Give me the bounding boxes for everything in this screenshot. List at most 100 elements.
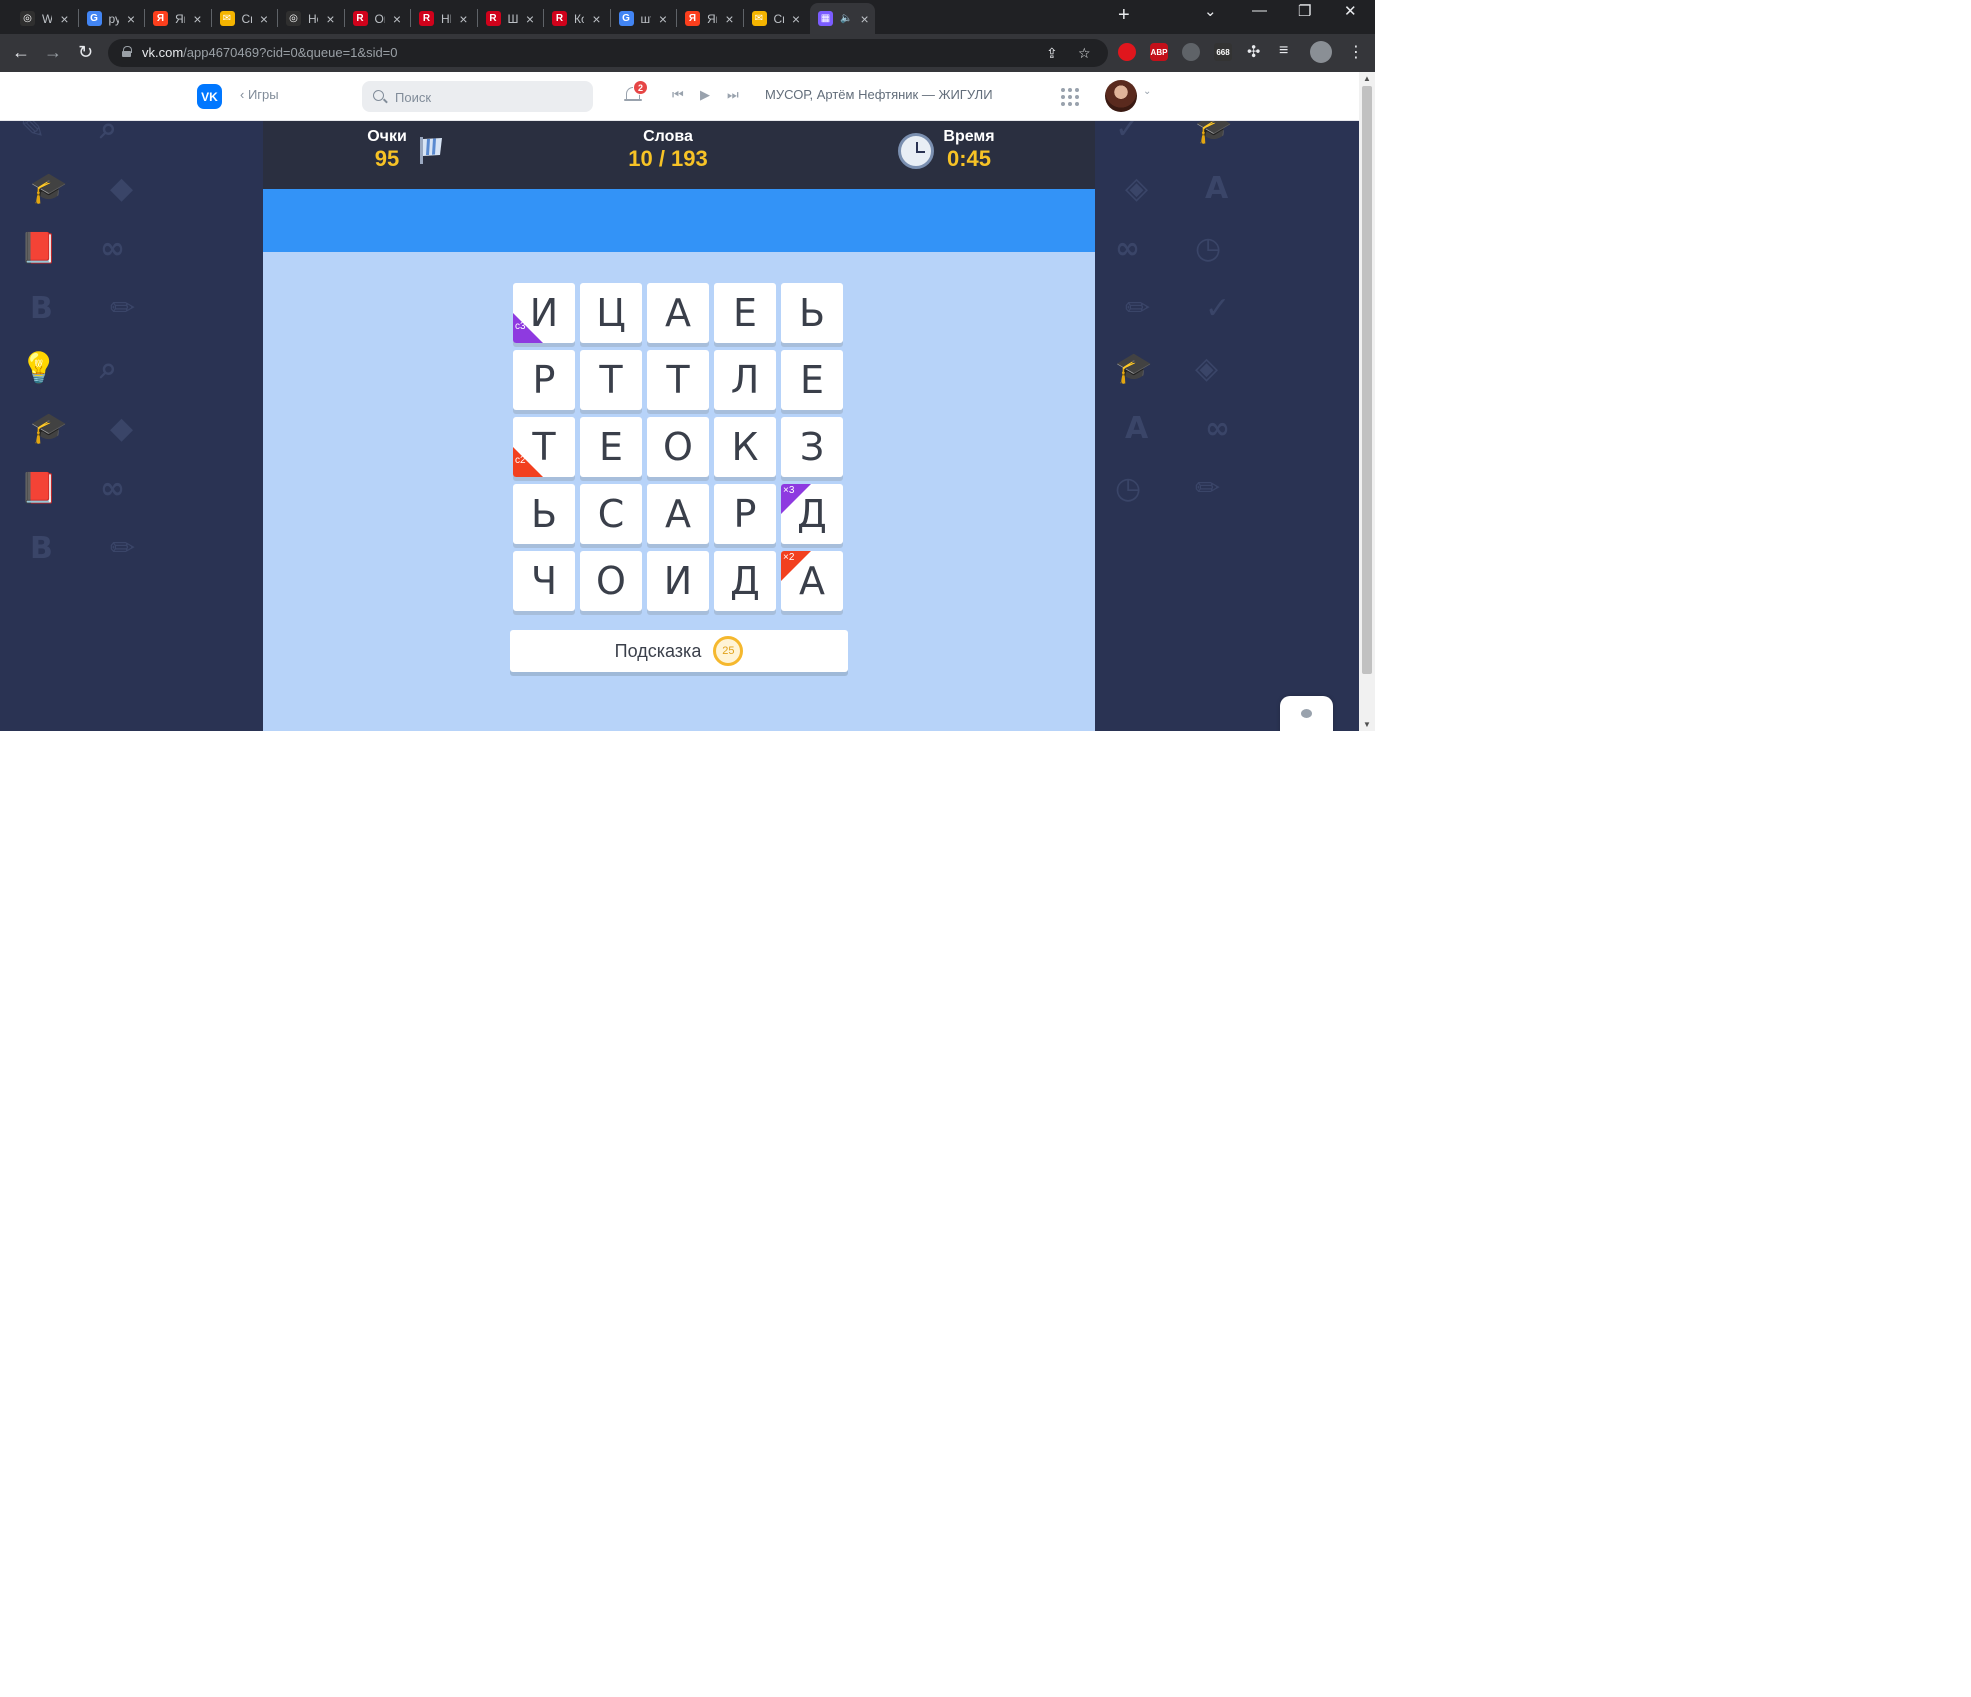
letter-tile[interactable]: О	[647, 417, 709, 477]
browser-tab[interactable]: ✉ Спа ×	[212, 3, 277, 34]
scrollbar-thumb[interactable]	[1362, 86, 1372, 674]
previous-track-icon[interactable]: ⏮	[672, 87, 684, 103]
tab-audio-icon[interactable]: 🔈	[840, 13, 852, 24]
letter-tile[interactable]: Т	[647, 350, 709, 410]
tab-close-icon[interactable]: ×	[459, 11, 467, 27]
kebab-menu-icon[interactable]: ⋮	[1348, 42, 1364, 62]
words-stat: Слова 10 / 193	[623, 128, 713, 172]
letter-tile[interactable]: К	[714, 417, 776, 477]
letter-tile[interactable]: Д ×3	[781, 484, 843, 544]
letter-tile[interactable]: Ь	[513, 484, 575, 544]
scroll-up-icon[interactable]: ▲	[1363, 74, 1371, 83]
letter-tile[interactable]: Ь	[781, 283, 843, 343]
background-pattern-icon: ✎	[20, 121, 46, 146]
share-icon[interactable]: ⇪	[1046, 45, 1058, 62]
tab-favicon-icon: G	[618, 11, 634, 26]
browser-tab[interactable]: Я Янд ×	[145, 3, 210, 34]
browser-tab[interactable]: R НЕР ×	[411, 3, 476, 34]
counter-icon[interactable]: 668	[1214, 43, 1232, 61]
letter-tile[interactable]: Л	[714, 350, 776, 410]
games-back-link[interactable]: ‹ Игры	[240, 87, 279, 102]
tab-close-icon[interactable]: ×	[860, 11, 868, 27]
forward-arrow-icon[interactable]: →	[44, 42, 62, 63]
game-stats-bar: Очки 95 Слова 10 / 193 Время 0:45	[263, 121, 1095, 189]
play-icon[interactable]: ▶	[700, 87, 710, 103]
browser-tab[interactable]: Gруб ×	[79, 3, 144, 34]
page-scrollbar[interactable]: ▲ ▼	[1359, 72, 1375, 731]
browser-toolbar: ← → ↻ vk.com/app4670469?cid=0&queue=1&si…	[0, 34, 1375, 72]
scroll-down-icon[interactable]: ▼	[1363, 720, 1371, 729]
media-control-icon[interactable]: ≡	[1279, 42, 1288, 60]
back-arrow-icon[interactable]: ←	[12, 42, 30, 63]
background-pattern-icon: ∞	[1205, 411, 1230, 446]
search-input[interactable]	[395, 87, 575, 107]
tab-close-icon[interactable]: ×	[127, 11, 135, 27]
browser-tab[interactable]: R Опс ×	[345, 3, 410, 34]
tab-favicon-icon: G	[86, 11, 102, 26]
tab-close-icon[interactable]: ×	[725, 11, 733, 27]
tab-close-icon[interactable]: ×	[193, 11, 201, 27]
letter-tile[interactable]: Р	[714, 484, 776, 544]
browser-tab[interactable]: R Кор ×	[544, 3, 609, 34]
browser-tab[interactable]: R Шт ×	[478, 3, 543, 34]
letter-tile[interactable]: И	[647, 551, 709, 611]
tab-close-icon[interactable]: ×	[393, 11, 401, 27]
letter-tile[interactable]: Ч	[513, 551, 575, 611]
restore-button[interactable]: ❐	[1298, 2, 1311, 20]
browser-tab[interactable]: ▦ 🔈 ×	[810, 3, 875, 34]
reload-icon[interactable]: ↻	[78, 42, 93, 63]
adblock-icon[interactable]: ABP	[1150, 43, 1168, 61]
letter-tile[interactable]: С	[580, 484, 642, 544]
user-avatar[interactable]	[1105, 80, 1137, 112]
letter-tile[interactable]: А ×2	[781, 551, 843, 611]
tab-close-icon[interactable]: ×	[260, 11, 268, 27]
letter-tile[interactable]: О	[580, 551, 642, 611]
profile-avatar[interactable]	[1310, 41, 1332, 63]
tab-title: Опс	[374, 11, 385, 26]
letter-tile[interactable]: З	[781, 417, 843, 477]
apps-grid-icon[interactable]	[1061, 88, 1079, 106]
tab-close-icon[interactable]: ×	[659, 11, 667, 27]
url-text[interactable]: vk.com/app4670469?cid=0&queue=1&sid=0	[142, 45, 398, 60]
search-box[interactable]	[362, 81, 593, 112]
tab-close-icon[interactable]: ×	[592, 11, 600, 27]
letter-tile[interactable]: Тс2	[513, 417, 575, 477]
close-window-button[interactable]: ✕	[1344, 2, 1357, 20]
chevron-down-icon[interactable]: ⌄	[1143, 86, 1151, 97]
letter-tile[interactable]: Ц	[580, 283, 642, 343]
globe-icon[interactable]	[1182, 43, 1200, 61]
tab-close-icon[interactable]: ×	[326, 11, 334, 27]
tab-search-icon[interactable]: ⌄	[1204, 2, 1217, 20]
browser-tab[interactable]: ◎ Wh ×	[12, 3, 77, 34]
lock-icon[interactable]	[122, 46, 132, 57]
vk-header: VK ‹ Игры 2 ⏮ ▶ ⏭ МУСОР, Артём Нефтяник …	[0, 72, 1359, 121]
hint-button[interactable]: Подсказка 25	[510, 630, 848, 672]
opera-icon[interactable]	[1118, 43, 1136, 61]
address-bar[interactable]: vk.com/app4670469?cid=0&queue=1&sid=0 ⇪ …	[108, 39, 1108, 67]
minimize-button[interactable]: —	[1252, 2, 1267, 19]
letter-tile[interactable]: Е	[714, 283, 776, 343]
bookmark-star-icon[interactable]: ☆	[1078, 45, 1091, 62]
letter-tile[interactable]: Т	[580, 350, 642, 410]
tab-close-icon[interactable]: ×	[526, 11, 534, 27]
next-track-icon[interactable]: ⏭	[727, 87, 739, 103]
vk-logo[interactable]: VK	[197, 84, 222, 109]
letter-tile[interactable]: Е	[781, 350, 843, 410]
letter-tile[interactable]: А	[647, 283, 709, 343]
browser-tab[interactable]: ✉ Спа ×	[744, 3, 809, 34]
browser-tab[interactable]: Gшту ×	[611, 3, 676, 34]
letter-tile[interactable]: Ис3	[513, 283, 575, 343]
chat-button[interactable]	[1280, 696, 1333, 731]
letter-tile[interactable]: Е	[580, 417, 642, 477]
letter-tile[interactable]: Р	[513, 350, 575, 410]
new-tab-button[interactable]: +	[1118, 4, 1130, 27]
extensions-puzzle-icon[interactable]: ✣	[1247, 42, 1260, 62]
tile-letter: Д	[797, 492, 827, 536]
browser-tab[interactable]: ◎ Ho ×	[278, 3, 343, 34]
browser-tab[interactable]: Я Янд ×	[677, 3, 742, 34]
tab-close-icon[interactable]: ×	[792, 11, 800, 27]
tab-close-icon[interactable]: ×	[60, 11, 68, 27]
now-playing-track[interactable]: МУСОР, Артём Нефтяник — ЖИГУЛИ	[765, 87, 993, 102]
letter-tile[interactable]: Д	[714, 551, 776, 611]
letter-tile[interactable]: А	[647, 484, 709, 544]
